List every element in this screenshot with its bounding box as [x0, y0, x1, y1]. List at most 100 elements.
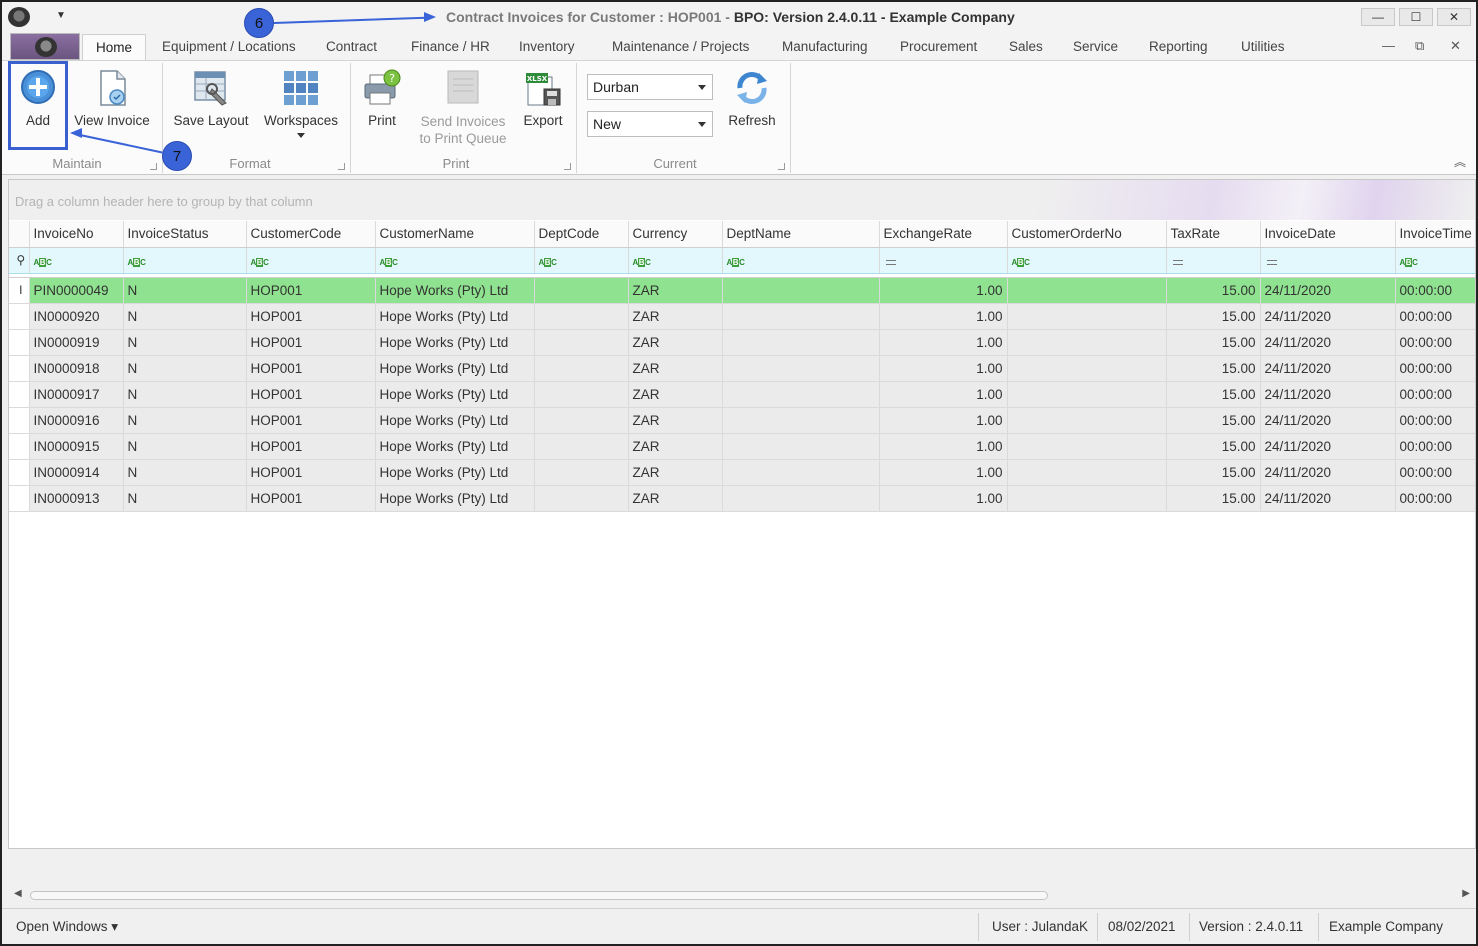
row-indicator[interactable]	[9, 355, 30, 382]
mdi-close-icon[interactable]: ✕	[1450, 38, 1461, 54]
cell-customerorderno[interactable]	[1007, 381, 1167, 408]
tab-sales[interactable]: Sales	[1009, 39, 1043, 54]
app-logo-icon[interactable]	[8, 7, 30, 27]
cell-currency[interactable]: ZAR	[628, 433, 723, 460]
cell-customername[interactable]: Hope Works (Pty) Ltd	[375, 329, 535, 356]
cell-invoicestatus[interactable]: N	[123, 485, 247, 512]
row-indicator[interactable]	[9, 407, 30, 434]
column-header-deptname[interactable]: DeptName	[722, 221, 880, 248]
file-menu-button[interactable]	[10, 33, 80, 60]
cell-deptcode[interactable]	[534, 381, 629, 408]
cell-customername[interactable]: Hope Works (Pty) Ltd	[375, 459, 535, 486]
cell-deptname[interactable]	[722, 433, 880, 460]
cell-invoicedate[interactable]: 24/11/2020	[1260, 329, 1396, 356]
cell-invoicedate[interactable]: 24/11/2020	[1260, 381, 1396, 408]
cell-currency[interactable]: ZAR	[628, 381, 723, 408]
table-row[interactable]: IN0000914 N HOP001 Hope Works (Pty) Ltd ZAR 1…	[9, 459, 1475, 486]
cell-currency[interactable]: ZAR	[628, 355, 723, 382]
export-button[interactable]: XLSX Export	[516, 61, 570, 153]
column-header-customername[interactable]: CustomerName	[375, 221, 535, 248]
tab-procurement[interactable]: Procurement	[900, 39, 977, 54]
cell-invoicetime[interactable]: 00:00:00	[1395, 433, 1475, 460]
cell-customercode[interactable]: HOP001	[246, 277, 376, 304]
cell-invoiceno[interactable]: IN0000917	[29, 381, 124, 408]
column-header-invoicetime[interactable]: InvoiceTime	[1395, 221, 1475, 248]
cell-customercode[interactable]: HOP001	[246, 485, 376, 512]
cell-customercode[interactable]: HOP001	[246, 355, 376, 382]
filter-cell-customerorderno[interactable]: ABC	[1007, 247, 1167, 274]
cell-invoicedate[interactable]: 24/11/2020	[1260, 433, 1396, 460]
cell-invoicedate[interactable]: 24/11/2020	[1260, 277, 1396, 304]
table-row[interactable]: IN0000913 N HOP001 Hope Works (Pty) Ltd ZAR 1…	[9, 485, 1475, 512]
cell-taxrate[interactable]: 15.00	[1166, 459, 1261, 486]
cell-exchangerate[interactable]: 1.00	[879, 407, 1008, 434]
cell-customername[interactable]: Hope Works (Pty) Ltd	[375, 433, 535, 460]
cell-invoicetime[interactable]: 00:00:00	[1395, 381, 1475, 408]
cell-deptname[interactable]	[722, 485, 880, 512]
current-group-launcher-icon[interactable]	[778, 163, 785, 170]
cell-invoiceno[interactable]: IN0000914	[29, 459, 124, 486]
cell-taxrate[interactable]: 15.00	[1166, 329, 1261, 356]
cell-invoicetime[interactable]: 00:00:00	[1395, 485, 1475, 512]
cell-deptname[interactable]	[722, 277, 880, 304]
horizontal-scrollbar[interactable]: ◀ ▶	[8, 885, 1476, 905]
cell-customername[interactable]: Hope Works (Pty) Ltd	[375, 277, 535, 304]
column-header-exchangerate[interactable]: ExchangeRate	[879, 221, 1008, 248]
column-header-invoiceno[interactable]: InvoiceNo	[29, 221, 124, 248]
restore-button[interactable]: ☐	[1399, 8, 1433, 26]
cell-customerorderno[interactable]	[1007, 329, 1167, 356]
cell-invoicedate[interactable]: 24/11/2020	[1260, 485, 1396, 512]
cell-deptcode[interactable]	[534, 433, 629, 460]
filter-cell-taxrate[interactable]	[1166, 247, 1261, 274]
filter-cell-deptcode[interactable]: ABC	[534, 247, 629, 274]
cell-invoicetime[interactable]: 00:00:00	[1395, 459, 1475, 486]
cell-customercode[interactable]: HOP001	[246, 329, 376, 356]
column-header-invoicedate[interactable]: InvoiceDate	[1260, 221, 1396, 248]
mdi-restore-icon[interactable]: ⧉	[1415, 38, 1424, 54]
send-to-print-queue-button[interactable]: Send Invoices to Print Queue	[414, 61, 512, 153]
cell-invoiceno[interactable]: IN0000915	[29, 433, 124, 460]
table-row[interactable]: I PIN0000049 N HOP001 Hope Works (Pty) Ltd ZA…	[9, 277, 1475, 304]
cell-deptcode[interactable]	[534, 355, 629, 382]
open-windows-menu[interactable]: Open Windows ▾	[16, 919, 118, 935]
cell-invoicestatus[interactable]: N	[123, 355, 247, 382]
column-header-invoicestatus[interactable]: InvoiceStatus	[123, 221, 247, 248]
maintain-group-launcher-icon[interactable]	[150, 163, 157, 170]
cell-taxrate[interactable]: 15.00	[1166, 355, 1261, 382]
cell-customername[interactable]: Hope Works (Pty) Ltd	[375, 407, 535, 434]
row-indicator[interactable]	[9, 433, 30, 460]
minimize-button[interactable]: —	[1361, 8, 1395, 26]
print-button[interactable]: ? Print	[356, 61, 408, 153]
cell-invoicestatus[interactable]: N	[123, 277, 247, 304]
column-header-currency[interactable]: Currency	[628, 221, 723, 248]
row-indicator[interactable]	[9, 459, 30, 486]
cell-currency[interactable]: ZAR	[628, 407, 723, 434]
cell-customercode[interactable]: HOP001	[246, 381, 376, 408]
cell-customerorderno[interactable]	[1007, 485, 1167, 512]
column-header-customercode[interactable]: CustomerCode	[246, 221, 376, 248]
cell-deptcode[interactable]	[534, 459, 629, 486]
cell-invoicetime[interactable]: 00:00:00	[1395, 407, 1475, 434]
cell-taxrate[interactable]: 15.00	[1166, 381, 1261, 408]
tab-equipment-locations[interactable]: Equipment / Locations	[162, 39, 296, 54]
cell-invoicedate[interactable]: 24/11/2020	[1260, 459, 1396, 486]
tab-maintenance-projects[interactable]: Maintenance / Projects	[612, 39, 749, 54]
cell-exchangerate[interactable]: 1.00	[879, 485, 1008, 512]
cell-invoiceno[interactable]: PIN0000049	[29, 277, 124, 304]
cell-exchangerate[interactable]: 1.00	[879, 381, 1008, 408]
cell-invoicetime[interactable]: 00:00:00	[1395, 329, 1475, 356]
cell-invoicedate[interactable]: 24/11/2020	[1260, 355, 1396, 382]
table-row[interactable]: IN0000917 N HOP001 Hope Works (Pty) Ltd ZAR 1…	[9, 381, 1475, 408]
cell-invoicetime[interactable]: 00:00:00	[1395, 355, 1475, 382]
cell-invoiceno[interactable]: IN0000920	[29, 303, 124, 330]
cell-deptcode[interactable]	[534, 277, 629, 304]
cell-invoicedate[interactable]: 24/11/2020	[1260, 303, 1396, 330]
cell-invoicestatus[interactable]: N	[123, 433, 247, 460]
tab-reporting[interactable]: Reporting	[1149, 39, 1208, 54]
cell-deptname[interactable]	[722, 407, 880, 434]
filter-cell-deptname[interactable]: ABC	[722, 247, 880, 274]
mdi-minimize-icon[interactable]: —	[1382, 38, 1395, 53]
cell-invoicestatus[interactable]: N	[123, 407, 247, 434]
format-group-launcher-icon[interactable]	[338, 163, 345, 170]
cell-taxrate[interactable]: 15.00	[1166, 485, 1261, 512]
